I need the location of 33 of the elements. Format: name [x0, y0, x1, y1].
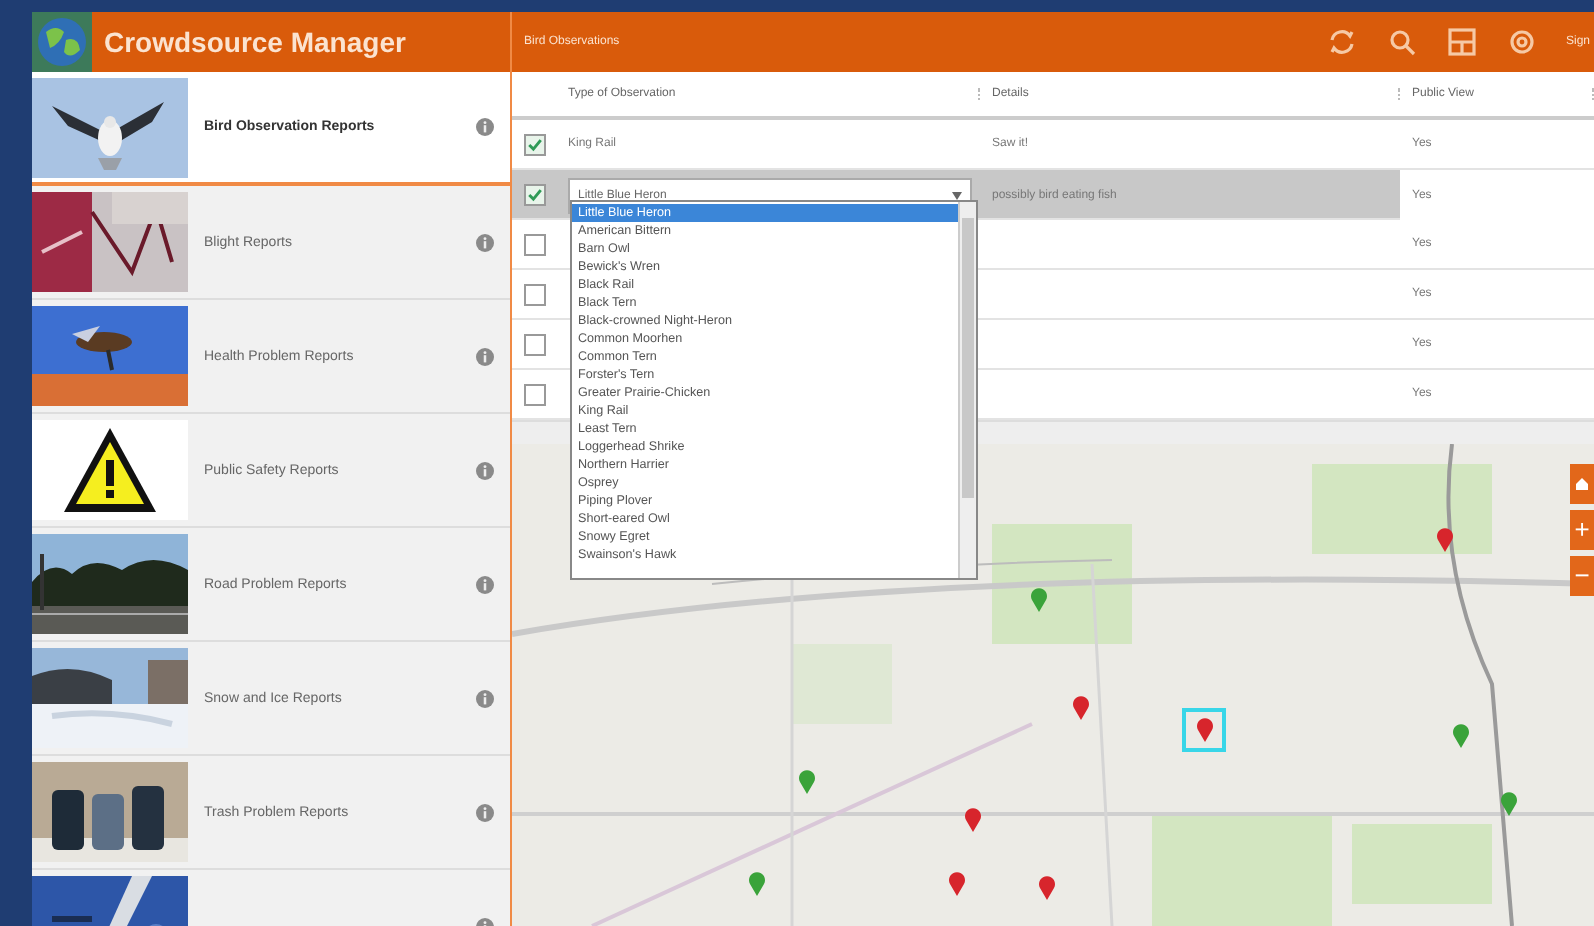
info-icon[interactable]	[476, 689, 494, 707]
globe-icon	[32, 12, 92, 72]
info-icon[interactable]	[476, 575, 494, 593]
home-icon	[1574, 476, 1590, 492]
map-pin-icon[interactable]	[1452, 724, 1470, 748]
home-button[interactable]	[1570, 464, 1594, 504]
search-icon[interactable]	[1385, 26, 1418, 58]
map-pin-icon[interactable]	[748, 872, 766, 896]
app-title: Crowdsource Manager	[104, 26, 406, 58]
map-pin-icon[interactable]	[798, 770, 816, 794]
checkbox[interactable]	[524, 184, 546, 206]
map-pin-icon[interactable]	[1436, 528, 1454, 552]
map-pin-icon[interactable]	[1072, 696, 1090, 720]
info-icon[interactable]	[476, 347, 494, 365]
map-pin-icon[interactable]	[1038, 876, 1056, 900]
refresh-icon[interactable]	[1325, 26, 1358, 58]
settings-icon[interactable]	[1505, 26, 1538, 58]
checkbox[interactable]	[524, 333, 546, 355]
info-icon[interactable]	[476, 233, 494, 251]
map-pin-icon[interactable]	[964, 808, 982, 832]
map-pin-icon[interactable]	[1195, 718, 1213, 742]
map-pin-icon[interactable]	[948, 872, 966, 896]
checkbox[interactable]	[524, 283, 546, 305]
scrollbar[interactable]	[958, 202, 976, 578]
layout-icon[interactable]	[1445, 26, 1478, 58]
checkbox[interactable]	[524, 383, 546, 405]
info-icon[interactable]	[476, 803, 494, 821]
map-pin-icon[interactable]	[1500, 792, 1518, 816]
info-icon[interactable]	[476, 461, 494, 479]
info-icon[interactable]	[476, 118, 494, 136]
map-pin-icon[interactable]	[1030, 588, 1048, 612]
checkbox[interactable]	[524, 233, 546, 255]
checkbox[interactable]	[524, 133, 546, 155]
